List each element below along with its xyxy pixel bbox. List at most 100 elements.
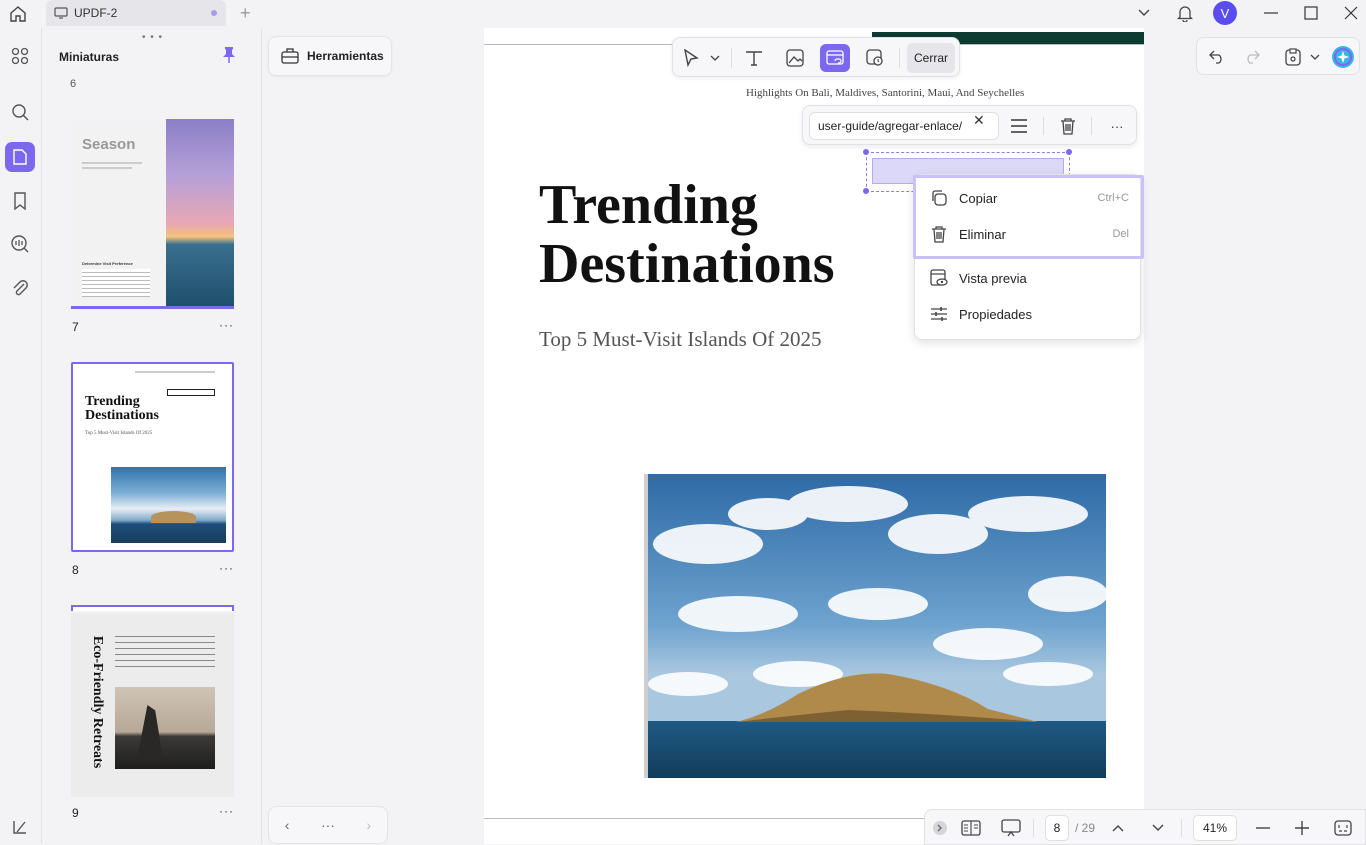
highlights-text: Highlights On Bali, Maldives, Santorini,…	[746, 87, 1025, 99]
home-icon[interactable]	[6, 3, 30, 25]
chevron-down-icon[interactable]	[1145, 815, 1171, 841]
thumbnails-panel: • • • Miniaturas 6 Season Determine Visi…	[42, 28, 262, 844]
popup-more-button[interactable]: ···	[1105, 114, 1129, 138]
close-window-icon[interactable]	[1340, 0, 1362, 26]
form-tool-icon[interactable]	[860, 44, 890, 72]
save-icon[interactable]	[1280, 44, 1306, 70]
pdf-page[interactable]: Highlights On Bali, Maldives, Santorini,…	[484, 28, 1144, 844]
page-number-8: 8	[72, 563, 79, 577]
toolbox-icon	[281, 48, 299, 64]
document-title: Trending Destinations	[539, 176, 835, 294]
page-number-7: 7	[72, 320, 79, 334]
zoom-level-field[interactable]: 41%	[1193, 815, 1237, 841]
menu-item-properties-label: Propiedades	[959, 306, 1032, 322]
attachment-icon[interactable]	[5, 273, 35, 303]
pin-icon[interactable]	[222, 46, 236, 64]
fit-page-icon[interactable]	[1330, 815, 1356, 841]
chevron-up-icon[interactable]	[1105, 815, 1131, 841]
document-subtitle: Top 5 Must-Visit Islands Of 2025	[539, 327, 822, 351]
link-tool-icon[interactable]	[820, 44, 850, 72]
left-icon-rail	[0, 28, 42, 844]
link-popup: user-guide/agregar-enlace/ ✕ ···	[802, 105, 1137, 145]
total-pages: / 29	[1075, 821, 1096, 835]
thumbnail-9-title: Eco-Friendly Retreats	[90, 635, 105, 769]
page-7-more-button[interactable]: ···	[219, 318, 234, 332]
page-number-9: 9	[72, 806, 79, 820]
document-tab-title: UPDF-2	[74, 6, 118, 20]
trash-icon[interactable]	[1056, 114, 1080, 138]
layers-icon[interactable]	[5, 812, 35, 842]
sliders-icon	[929, 304, 949, 324]
bookmark-icon[interactable]	[5, 186, 35, 216]
align-icon[interactable]	[1007, 114, 1031, 138]
menu-selection-highlight	[913, 175, 1144, 259]
popup-divider	[1043, 117, 1044, 135]
chevron-right-icon[interactable]: ›	[367, 817, 372, 833]
bottom-page-bar: 8 / 29 41%	[924, 809, 1366, 845]
image-tool-icon[interactable]	[780, 44, 810, 72]
close-edit-button[interactable]: Cerrar	[907, 43, 955, 73]
chevron-down-icon[interactable]	[1134, 0, 1154, 26]
context-menu: Copiar Ctrl+C Eliminar Del Vista previa …	[913, 174, 1144, 340]
menu-item-properties[interactable]: Propiedades	[929, 300, 1129, 328]
resize-handle[interactable]	[1066, 149, 1072, 155]
document-tab[interactable]: UPDF-2	[46, 0, 226, 26]
thumbnail-page-8[interactable]: Trending Destinations Top 5 Must-Visit I…	[71, 362, 234, 552]
comment-icon[interactable]	[5, 229, 35, 259]
ai-assistant-icon[interactable]	[1330, 44, 1356, 70]
page-number-partial: 6	[70, 78, 77, 90]
new-tab-button[interactable]: +	[240, 3, 251, 24]
right-top-controls	[1196, 37, 1360, 75]
document-title-line-2: Destinations	[539, 233, 835, 295]
resize-handle[interactable]	[863, 149, 869, 155]
tools-button[interactable]: Herramientas	[268, 36, 392, 76]
current-page-input[interactable]: 8	[1045, 815, 1069, 841]
presentation-icon[interactable]	[998, 815, 1024, 841]
search-icon[interactable]	[5, 97, 35, 127]
tools-pager: ‹ ··· ›	[268, 806, 388, 844]
thumbnail-page-7[interactable]: Season Determine Visit Preference	[71, 119, 234, 309]
user-avatar[interactable]: V	[1212, 0, 1238, 26]
select-cursor-icon[interactable]	[677, 44, 705, 72]
text-tool-icon[interactable]	[739, 44, 769, 72]
popup-divider	[1091, 117, 1092, 135]
zoom-out-icon[interactable]	[1250, 815, 1276, 841]
bar-divider	[1181, 819, 1182, 837]
maximize-icon[interactable]	[1300, 0, 1322, 26]
panel-grip[interactable]: • • •	[142, 32, 163, 43]
thumbnail-8-title: Trending Destinations	[85, 394, 159, 423]
avatar-initial: V	[1213, 1, 1237, 25]
page-9-selection-edge	[71, 605, 234, 611]
tools-button-label: Herramientas	[307, 49, 384, 63]
bar-divider	[1033, 819, 1034, 837]
thumbnail-7-title: Season	[82, 136, 136, 153]
link-url-field[interactable]: user-guide/agregar-enlace/	[809, 112, 999, 140]
minimize-icon[interactable]	[1260, 0, 1282, 26]
page-8-more-button[interactable]: ···	[219, 561, 234, 575]
chevron-left-icon[interactable]: ‹	[285, 817, 290, 833]
collapse-icon[interactable]	[927, 815, 953, 841]
clear-link-icon[interactable]: ✕	[973, 112, 985, 129]
unsaved-dot	[211, 10, 217, 16]
resize-handle[interactable]	[863, 188, 869, 194]
grid-icon[interactable]	[5, 41, 35, 71]
thumbnail-8-subtitle: Top 5 Must-Visit Islands Of 2025	[85, 431, 153, 436]
chevron-down-icon[interactable]	[1307, 44, 1323, 70]
bell-icon[interactable]	[1174, 0, 1196, 26]
page-9-more-button[interactable]: ···	[219, 804, 234, 818]
undo-icon[interactable]	[1204, 44, 1230, 70]
toolbar-divider	[731, 48, 732, 68]
title-bar: UPDF-2 + V	[0, 0, 1366, 28]
menu-item-preview-label: Vista previa	[959, 270, 1027, 286]
thumbnail-page-9[interactable]: Eco-Friendly Retreats	[71, 613, 234, 797]
pages-icon[interactable]	[5, 142, 35, 172]
pager-more-button[interactable]: ···	[321, 817, 335, 833]
redo-icon[interactable]	[1239, 44, 1265, 70]
zoom-in-icon[interactable]	[1289, 815, 1315, 841]
menu-item-preview[interactable]: Vista previa	[929, 264, 1129, 292]
thumbnail-7-subtitle: Determine Visit Preference	[82, 261, 133, 266]
page-layout-icon[interactable]	[958, 815, 984, 841]
chevron-down-icon[interactable]	[705, 44, 725, 72]
island-photo[interactable]	[644, 474, 1106, 778]
monitor-icon	[54, 7, 68, 19]
